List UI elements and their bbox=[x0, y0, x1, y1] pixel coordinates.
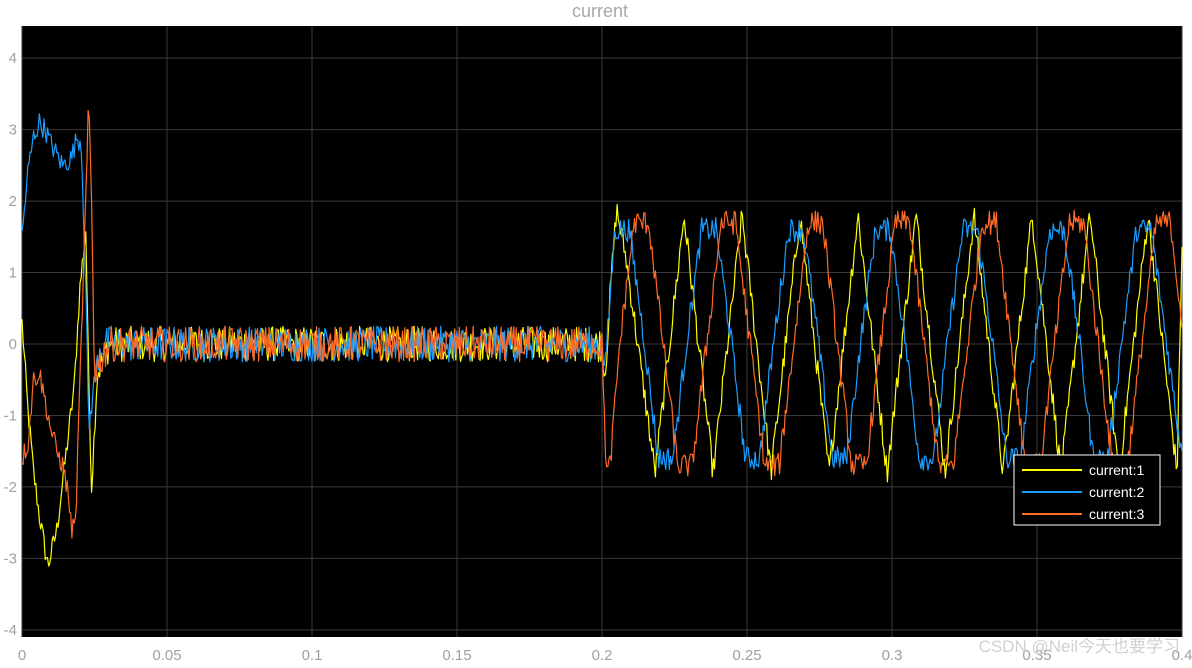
y-tick-label: -3 bbox=[4, 550, 17, 567]
chart-svg: current 0 0.05 0.1 0.15 0.2 0.25 0.3 0.35 0.4-4-… bbox=[4, 1, 1192, 664]
y-tick-label: -2 bbox=[4, 479, 17, 496]
x-tick-label: 0.25 bbox=[732, 647, 761, 663]
y-tick-label: -1 bbox=[4, 407, 17, 424]
y-tick-label: 0 bbox=[9, 336, 17, 353]
legend-label: current:2 bbox=[1089, 484, 1144, 500]
chart-container: current 0 0.05 0.1 0.15 0.2 0.25 0.3 0.35 0.4 -4-… bbox=[0, 0, 1192, 664]
legend-label: current:3 bbox=[1089, 506, 1144, 522]
x-tick-label: 0.3 bbox=[882, 647, 903, 663]
y-tick-label: 1 bbox=[9, 265, 17, 282]
chart-title: current bbox=[572, 1, 628, 21]
x-tick-label: 0.15 bbox=[442, 647, 471, 663]
y-tick-label: 4 bbox=[9, 50, 17, 67]
y-tick-label: -4 bbox=[4, 622, 17, 639]
legend-label: current:1 bbox=[1089, 462, 1144, 478]
x-tick-label: 0.1 bbox=[302, 647, 323, 663]
y-tick-label: 2 bbox=[9, 193, 17, 210]
legend: current:1 current:2 current:3 bbox=[1013, 454, 1161, 526]
x-tick-label: 0.05 bbox=[152, 647, 181, 663]
x-tick-label: 0.2 bbox=[592, 647, 613, 663]
x-tick-label: 0 bbox=[18, 647, 26, 663]
watermark-text: CSDN @Neil今天也要学习 bbox=[979, 637, 1180, 656]
y-tick-label: 3 bbox=[9, 122, 17, 139]
